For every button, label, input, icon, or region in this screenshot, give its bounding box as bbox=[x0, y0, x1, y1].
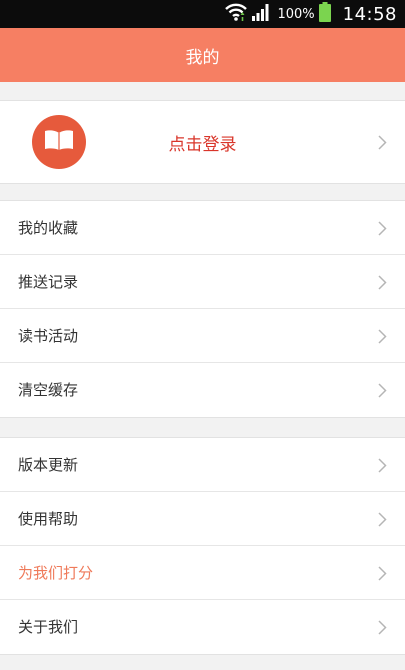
menu-item-push-history[interactable]: 推送记录 bbox=[0, 255, 405, 309]
settings-group-2: 版本更新 使用帮助 为我们打分 关于我们 bbox=[0, 437, 405, 655]
chevron-right-icon bbox=[378, 566, 387, 581]
login-row[interactable]: 点击登录 bbox=[0, 100, 405, 184]
login-link[interactable]: 点击登录 bbox=[0, 101, 405, 183]
battery-percent: 100% bbox=[277, 6, 315, 22]
chevron-right-icon bbox=[378, 458, 387, 473]
menu-item-favorites[interactable]: 我的收藏 bbox=[0, 201, 405, 255]
battery-icon bbox=[318, 2, 331, 26]
menu-item-label: 我的收藏 bbox=[18, 219, 79, 237]
chevron-right-icon bbox=[378, 135, 387, 150]
wifi-icon bbox=[225, 2, 248, 26]
page-title: 我的 bbox=[185, 47, 220, 68]
chevron-right-icon bbox=[378, 512, 387, 527]
status-bar: 100% 14:58 bbox=[0, 0, 405, 28]
settings-group-1: 我的收藏 推送记录 读书活动 清空缓存 bbox=[0, 200, 405, 418]
menu-item-label: 清空缓存 bbox=[18, 381, 79, 399]
menu-item-label: 为我们打分 bbox=[18, 564, 94, 582]
chevron-right-icon bbox=[378, 221, 387, 236]
status-icons: 100% 14:58 bbox=[225, 0, 397, 28]
chevron-right-icon bbox=[378, 275, 387, 290]
menu-item-label: 推送记录 bbox=[18, 273, 79, 291]
menu-item-about-us[interactable]: 关于我们 bbox=[0, 600, 405, 654]
menu-item-label: 版本更新 bbox=[18, 456, 79, 474]
menu-item-clear-cache[interactable]: 清空缓存 bbox=[0, 363, 405, 417]
chevron-right-icon bbox=[378, 620, 387, 635]
menu-item-reading-events[interactable]: 读书活动 bbox=[0, 309, 405, 363]
menu-item-version-update[interactable]: 版本更新 bbox=[0, 438, 405, 492]
menu-item-help[interactable]: 使用帮助 bbox=[0, 492, 405, 546]
chevron-right-icon bbox=[378, 383, 387, 398]
menu-item-rate-us[interactable]: 为我们打分 bbox=[0, 546, 405, 600]
header-bar: 我的 bbox=[0, 28, 405, 82]
menu-item-label: 读书活动 bbox=[18, 327, 79, 345]
menu-item-label: 关于我们 bbox=[18, 618, 79, 636]
menu-item-label: 使用帮助 bbox=[18, 510, 79, 528]
signal-icon bbox=[251, 3, 271, 25]
chevron-right-icon bbox=[378, 329, 387, 344]
clock: 14:58 bbox=[342, 3, 397, 25]
